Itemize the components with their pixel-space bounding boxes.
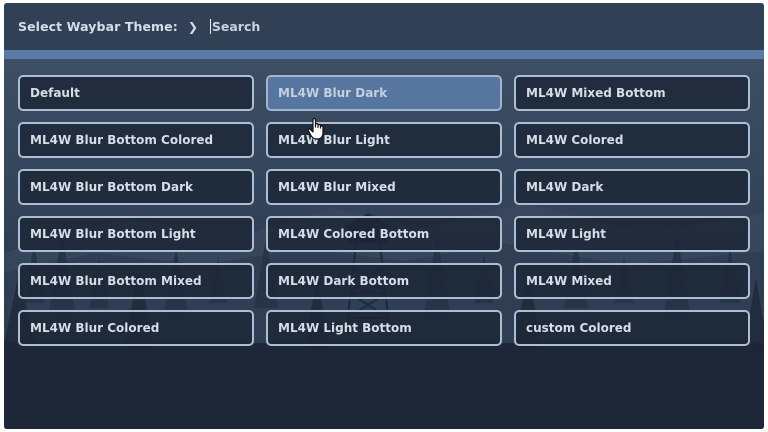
theme-item-ml4w-dark-bottom[interactable]: ML4W Dark Bottom xyxy=(266,263,502,299)
theme-item-ml4w-blur-mixed[interactable]: ML4W Blur Mixed xyxy=(266,169,502,205)
prompt-bar: Select Waybar Theme: ❯ xyxy=(4,3,764,50)
theme-item-ml4w-blur-dark[interactable]: ML4W Blur Dark xyxy=(266,75,502,111)
theme-item-ml4w-colored[interactable]: ML4W Colored xyxy=(514,122,750,158)
theme-item-ml4w-blur-bottom-dark[interactable]: ML4W Blur Bottom Dark xyxy=(18,169,254,205)
theme-grid: Default ML4W Blur Dark ML4W Mixed Bottom… xyxy=(18,75,750,346)
theme-item-ml4w-blur-colored[interactable]: ML4W Blur Colored xyxy=(18,310,254,346)
hand-pointer-icon xyxy=(307,118,324,140)
theme-item-ml4w-blur-bottom-colored[interactable]: ML4W Blur Bottom Colored xyxy=(18,122,254,158)
theme-item-ml4w-dark[interactable]: ML4W Dark xyxy=(514,169,750,205)
chevron-right-icon: ❯ xyxy=(187,19,198,34)
theme-item-ml4w-colored-bottom[interactable]: ML4W Colored Bottom xyxy=(266,216,502,252)
theme-item-ml4w-mixed[interactable]: ML4W Mixed xyxy=(514,263,750,299)
theme-selector-window: Select Waybar Theme: ❯ Default ML4W Blur… xyxy=(4,3,764,429)
theme-item-custom-colored[interactable]: custom Colored xyxy=(514,310,750,346)
theme-item-ml4w-light[interactable]: ML4W Light xyxy=(514,216,750,252)
theme-item-ml4w-mixed-bottom[interactable]: ML4W Mixed Bottom xyxy=(514,75,750,111)
prompt-label: Select Waybar Theme: xyxy=(18,19,178,34)
accent-bar xyxy=(4,50,764,59)
search-input[interactable] xyxy=(209,19,512,34)
theme-item-ml4w-light-bottom[interactable]: ML4W Light Bottom xyxy=(266,310,502,346)
theme-item-ml4w-blur-light[interactable]: ML4W Blur Light xyxy=(266,122,502,158)
theme-item-ml4w-blur-bottom-mixed[interactable]: ML4W Blur Bottom Mixed xyxy=(18,263,254,299)
theme-item-ml4w-blur-bottom-light[interactable]: ML4W Blur Bottom Light xyxy=(18,216,254,252)
theme-item-default[interactable]: Default xyxy=(18,75,254,111)
